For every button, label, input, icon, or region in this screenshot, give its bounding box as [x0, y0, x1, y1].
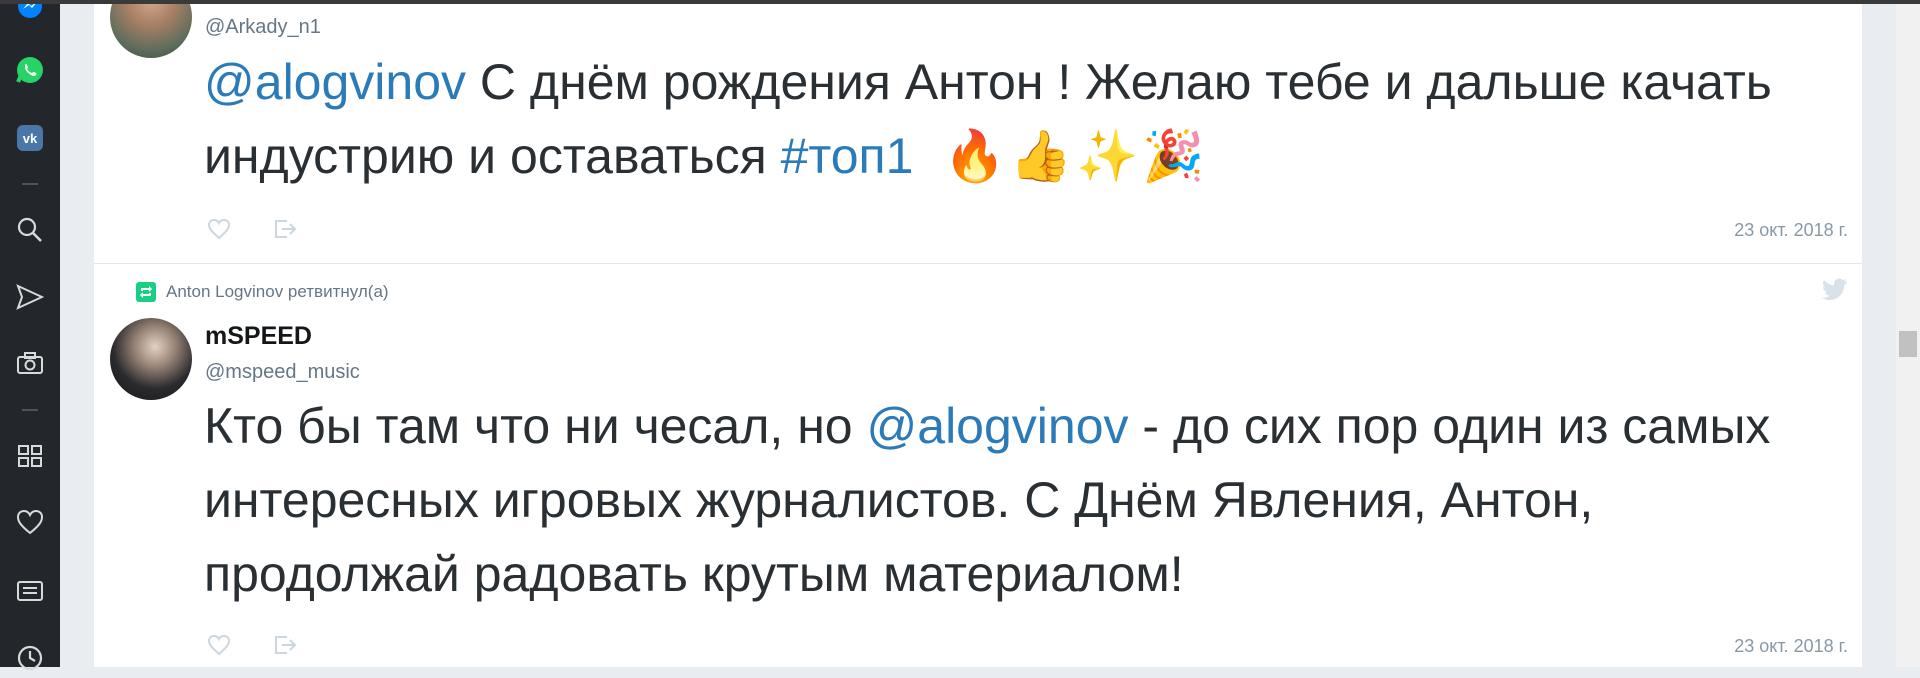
twitter-feed: @Arkady_n1 @alogvinov С днём рождения Ан…	[94, 0, 1862, 667]
emoji-group: 🔥👍✨🎉	[943, 128, 1209, 184]
window-top-border	[0, 0, 1920, 4]
tweet: @Arkady_n1 @alogvinov С днём рождения Ан…	[94, 0, 1862, 263]
camera-icon[interactable]	[0, 343, 60, 383]
mention-link[interactable]: @alogvinov	[204, 54, 466, 110]
search-icon[interactable]	[0, 210, 60, 250]
hashtag-link[interactable]: #топ1	[781, 128, 914, 184]
tweet-date[interactable]: 23 окт. 2018 г.	[1734, 220, 1848, 241]
user-handle[interactable]: @Arkady_n1	[205, 16, 321, 39]
news-icon[interactable]	[0, 571, 60, 611]
send-icon[interactable]	[0, 277, 60, 317]
history-icon[interactable]	[0, 638, 60, 678]
like-icon[interactable]	[206, 632, 232, 658]
tweet-text: @alogvinov С днём рождения Антон ! Желаю…	[204, 45, 1824, 193]
sidebar-separator	[22, 409, 38, 411]
tweet: mSPEED @mspeed_music Кто бы там что ни ч…	[94, 264, 1862, 667]
mention-link[interactable]: @alogvinov	[867, 398, 1129, 454]
avatar[interactable]	[110, 318, 192, 400]
share-icon[interactable]	[272, 632, 298, 658]
scrollbar-thumb[interactable]	[1899, 331, 1917, 357]
whatsapp-icon[interactable]	[0, 50, 60, 90]
sidebar-separator	[22, 183, 38, 185]
share-icon[interactable]	[272, 216, 298, 242]
svg-text:vk: vk	[23, 131, 38, 146]
page-scrollbar[interactable]	[1896, 0, 1920, 667]
vk-icon[interactable]: vk	[0, 118, 60, 158]
avatar[interactable]	[110, 0, 192, 58]
user-name[interactable]: mSPEED	[205, 322, 312, 351]
apps-grid-icon[interactable]	[0, 436, 60, 476]
tweet-text: Кто бы там что ни чесал, но @alogvinov -…	[204, 389, 1824, 611]
user-handle[interactable]: @mspeed_music	[205, 361, 360, 384]
messenger-sidebar: vk	[0, 0, 60, 671]
like-icon[interactable]	[206, 216, 232, 242]
tweet-actions	[206, 632, 298, 658]
heart-icon[interactable]	[0, 502, 60, 542]
tweet-date[interactable]: 23 окт. 2018 г.	[1734, 636, 1848, 657]
tweet-actions	[206, 216, 298, 242]
tweet-text-body: Кто бы там что ни чесал, но	[204, 398, 867, 454]
